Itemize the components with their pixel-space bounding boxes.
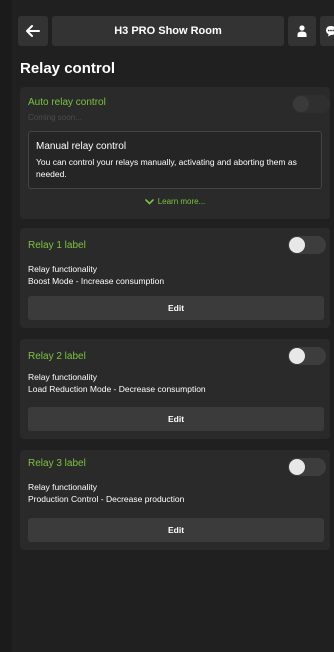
auto-relay-toggle[interactable] [292,95,330,113]
toggle-knob [289,459,305,475]
user-icon [297,25,307,37]
top-bar: H3 PRO Show Room [18,16,334,46]
info-body: You can control your relays manually, ac… [36,157,297,179]
relay-functionality-value: Load Reduction Mode - Decrease consumpti… [28,384,206,394]
toggle-knob [289,237,305,253]
back-button[interactable] [18,16,48,46]
info-title: Manual relay control [36,141,127,152]
relay-card: Relay 2 label Relay functionality Load R… [20,339,330,439]
relay-functionality-title: Relay functionality [28,482,97,492]
auto-relay-subtitle: Coming soon... [28,113,82,122]
relay-2-edit-button[interactable]: Edit [28,407,324,431]
relay-3-toggle[interactable] [288,458,326,476]
learn-more-link[interactable]: Learn more... [20,197,330,206]
auto-relay-label: Auto relay control [28,97,106,108]
relay-functionality-title: Relay functionality [28,264,97,274]
relay-3-edit-button[interactable]: Edit [28,518,324,542]
arrow-left-icon [26,25,40,37]
manual-relay-info-box: Manual relay control You can control you… [28,131,322,189]
relay-card: Relay 3 label Relay functionality Produc… [20,450,330,550]
user-button[interactable] [288,16,316,46]
relay-functionality-value: Production Control - Decrease production [28,494,185,504]
page-header-title[interactable]: H3 PRO Show Room [52,16,284,46]
relay-label: Relay 2 label [28,351,86,362]
chat-icon [325,25,334,37]
relay-2-toggle[interactable] [288,347,326,365]
relay-1-toggle[interactable] [288,236,326,254]
toggle-knob [289,348,305,364]
relay-label: Relay 1 label [28,240,86,251]
relay-functionality-title: Relay functionality [28,372,97,382]
learn-more-label: Learn more... [157,197,206,206]
auto-relay-card: Auto relay control Coming soon... Manual… [20,87,330,219]
relay-label: Relay 3 label [28,458,86,469]
toggle-knob [293,96,309,112]
chat-button[interactable] [320,16,334,46]
chevron-down-icon [144,199,154,205]
page-title: Relay control [20,60,116,77]
relay-1-edit-button[interactable]: Edit [28,296,324,320]
relay-card: Relay 1 label Relay functionality Boost … [20,228,330,328]
relay-functionality-value: Boost Mode - Increase consumption [28,276,165,286]
